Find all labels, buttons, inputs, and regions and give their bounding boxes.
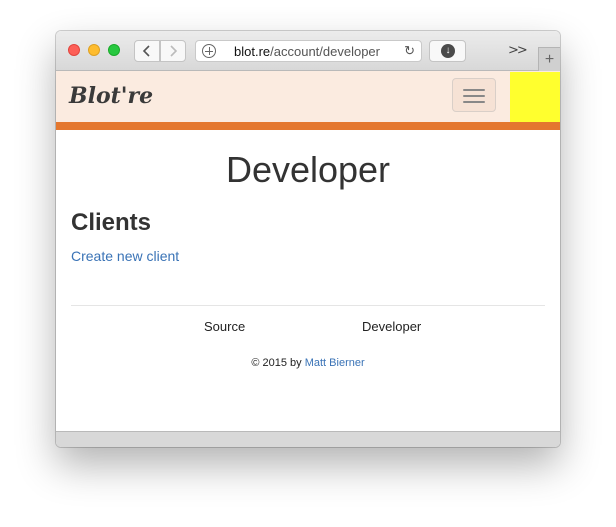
site-logo[interactable]: Blot're bbox=[69, 83, 153, 109]
address-bar[interactable]: blot.re/account/developer ↻ bbox=[195, 40, 422, 62]
author-link[interactable]: Matt Bierner bbox=[305, 357, 365, 369]
page-title: Developer bbox=[225, 149, 391, 190]
status-bar bbox=[56, 431, 560, 447]
create-new-client-link[interactable]: Create new client bbox=[71, 248, 179, 264]
browser-window: blot.re/account/developer ↻ ↓ >> + Blot'… bbox=[56, 31, 560, 447]
forward-button[interactable] bbox=[160, 40, 186, 62]
add-bookmark-icon[interactable] bbox=[202, 44, 216, 58]
reload-icon[interactable]: ↻ bbox=[404, 44, 415, 58]
hamburger-line bbox=[463, 101, 485, 103]
copyright-text: © 2015 by bbox=[251, 357, 302, 369]
new-tab-button[interactable]: + bbox=[538, 47, 560, 71]
footer-link-source[interactable]: Source bbox=[204, 319, 245, 334]
url-text: blot.re/account/developer bbox=[234, 44, 380, 59]
chevron-left-icon bbox=[142, 45, 150, 57]
back-button[interactable] bbox=[134, 40, 160, 62]
overflow-chevron-icon[interactable]: >> bbox=[508, 43, 528, 58]
browser-toolbar: blot.re/account/developer ↻ ↓ >> + bbox=[56, 31, 560, 71]
downloads-button[interactable]: ↓ bbox=[429, 40, 466, 62]
highlight-block bbox=[510, 72, 560, 122]
footer-link-developer[interactable]: Developer bbox=[362, 319, 421, 334]
zoom-window-button[interactable] bbox=[108, 44, 120, 56]
header-accent-stripe bbox=[56, 122, 560, 130]
chevron-right-icon bbox=[170, 45, 178, 57]
footer-divider bbox=[71, 305, 545, 306]
hamburger-line bbox=[463, 95, 485, 97]
menu-toggle-button[interactable] bbox=[452, 78, 496, 112]
copyright: © 2015 by Matt Bierner bbox=[56, 357, 560, 369]
close-window-button[interactable] bbox=[68, 44, 80, 56]
download-icon: ↓ bbox=[441, 44, 455, 58]
hamburger-line bbox=[463, 89, 485, 91]
clients-heading: Clients bbox=[71, 209, 152, 236]
minimize-window-button[interactable] bbox=[88, 44, 100, 56]
